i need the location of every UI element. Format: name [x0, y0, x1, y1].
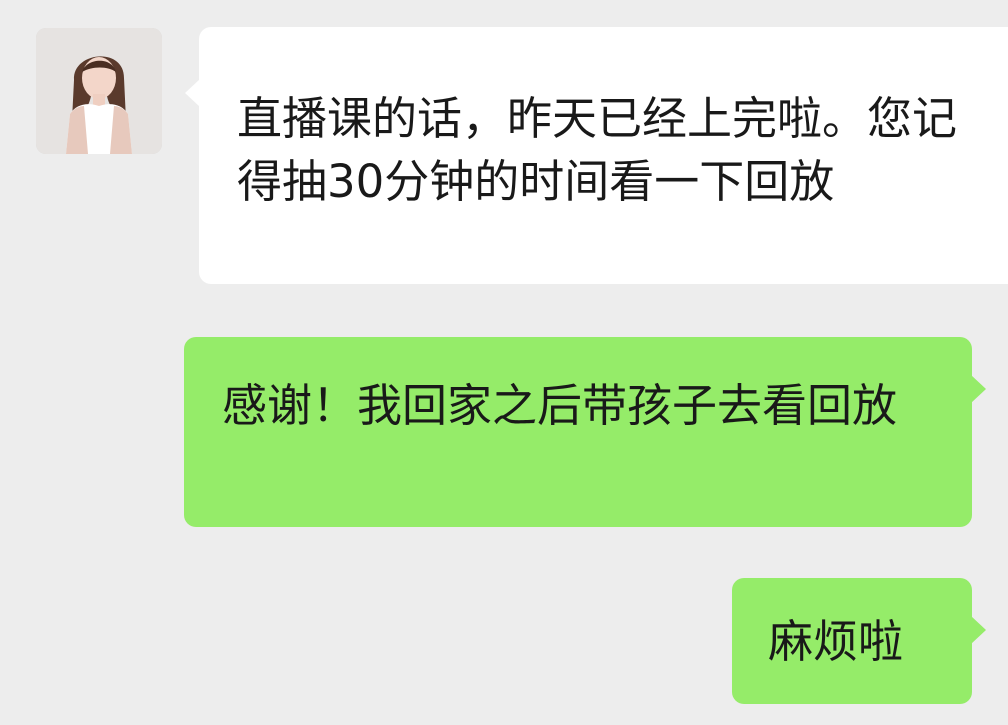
- message-text: 直播课的话，昨天已经上完啦。您记得抽30分钟的时间看一下回放: [237, 92, 958, 208]
- outgoing-message-bubble[interactable]: 麻烦啦: [732, 578, 986, 704]
- message-text: 麻烦啦: [768, 615, 904, 668]
- incoming-message-bubble[interactable]: 直播课的话，昨天已经上完啦。您记得抽30分钟的时间看一下回放: [185, 27, 1008, 284]
- bubble-tail: [971, 375, 986, 403]
- outgoing-message-bubble[interactable]: 感谢！我回家之后带孩子去看回放: [184, 337, 986, 527]
- contact-avatar[interactable]: [36, 28, 162, 154]
- bubble-tail: [971, 616, 986, 644]
- bubble-tail: [185, 79, 200, 107]
- message-text: 感谢！我回家之后带孩子去看回放: [222, 379, 898, 432]
- avatar-photo-icon: [36, 28, 162, 154]
